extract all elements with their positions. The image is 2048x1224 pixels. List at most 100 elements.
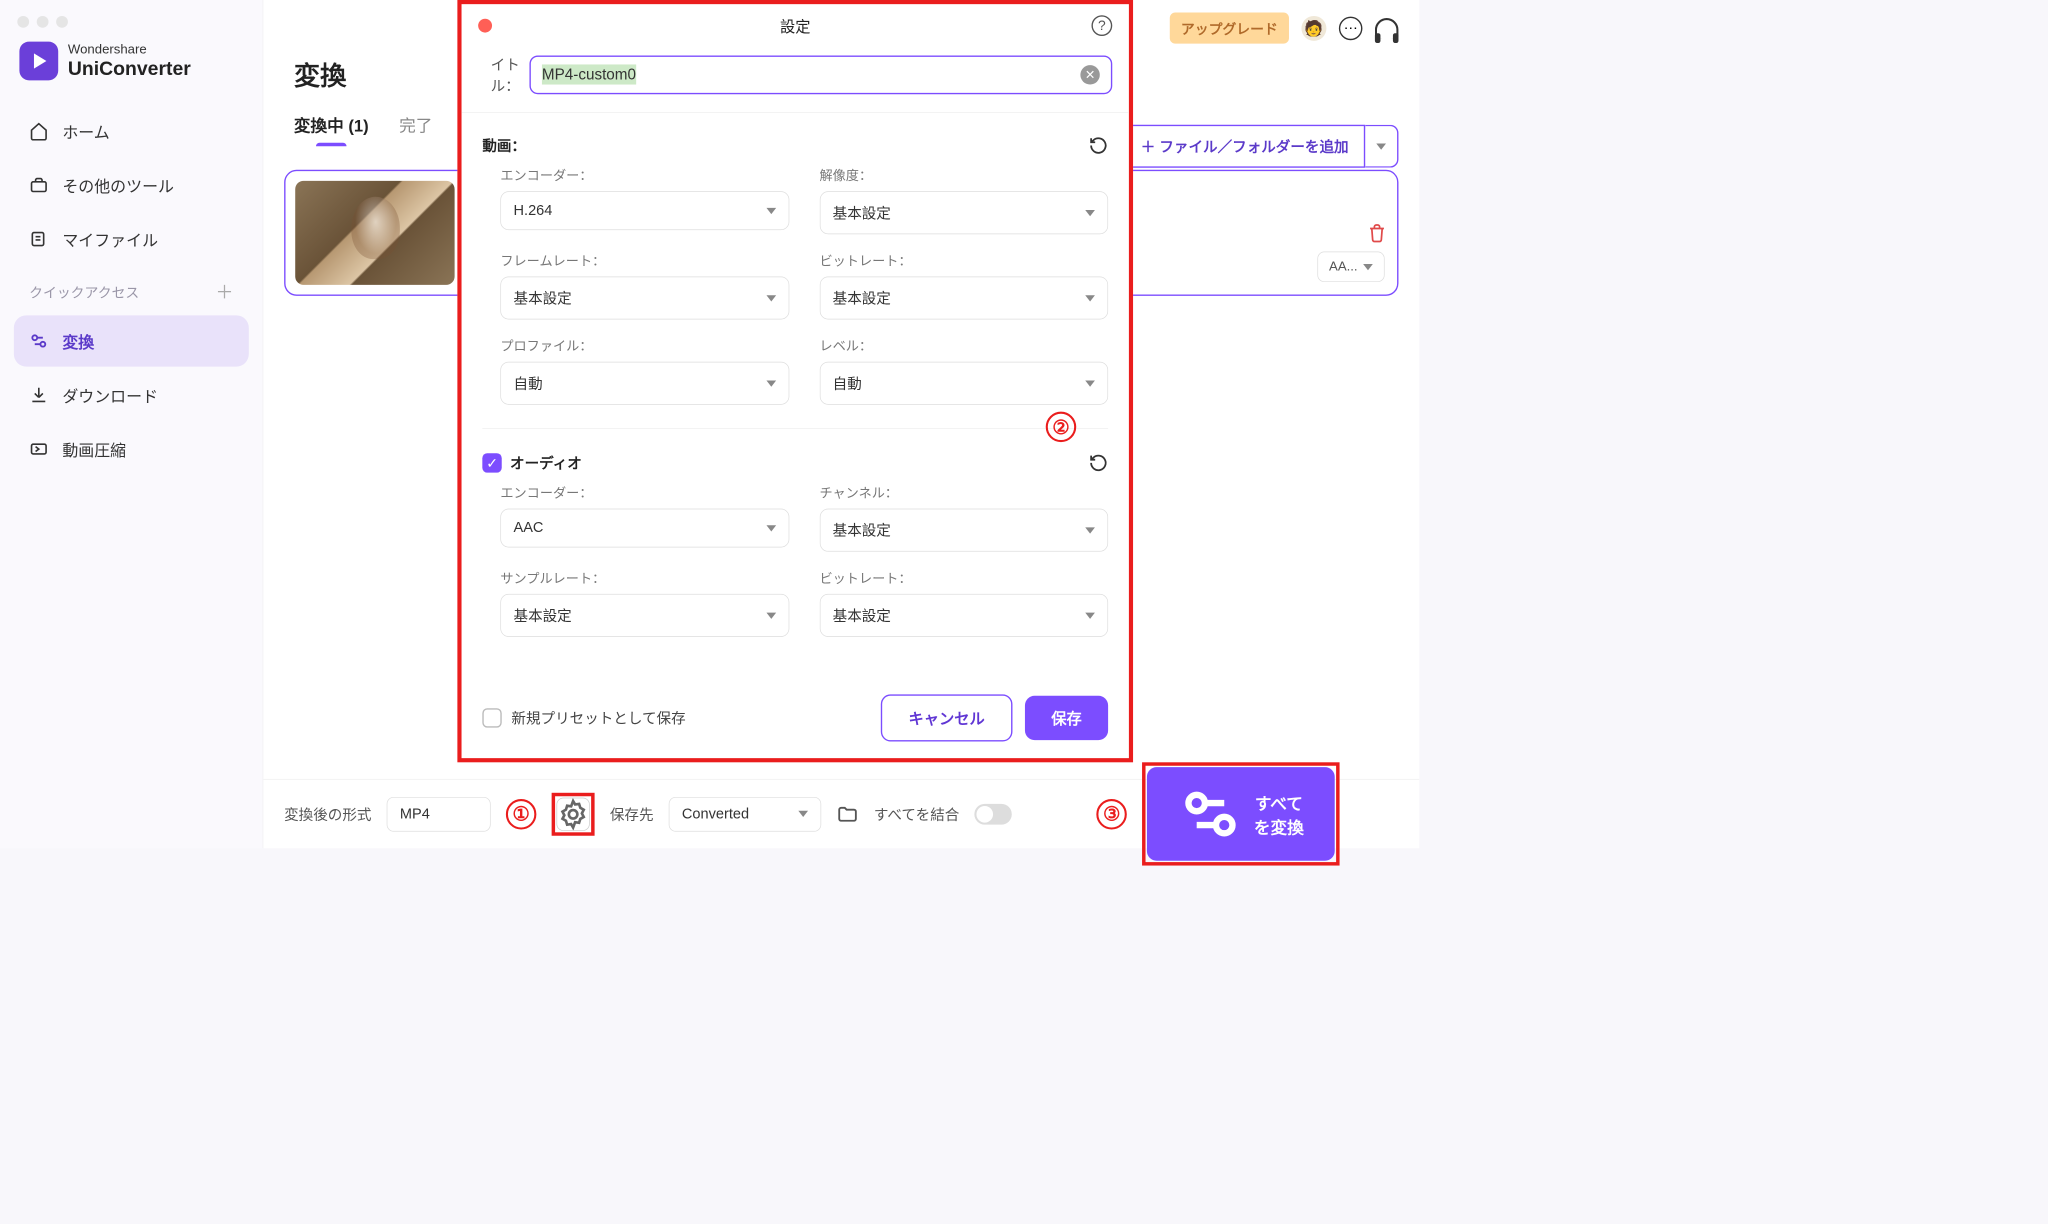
callout-1: ① [506, 799, 536, 829]
modal-titlebar: 設定 ? [462, 4, 1129, 47]
nav-compress[interactable]: 動画圧縮 [14, 423, 249, 474]
chat-icon[interactable]: ⋯ [1339, 16, 1363, 40]
quick-access-header: クイックアクセス ＋ [14, 267, 249, 315]
modal-title: 設定 [462, 15, 1129, 37]
profile-select[interactable]: 自動 [500, 362, 789, 405]
open-folder-button[interactable] [836, 803, 858, 825]
resolution-select[interactable]: 基本設定 [819, 191, 1108, 234]
upgrade-button[interactable]: アップグレード [1170, 12, 1289, 43]
field-label: ビットレート： [819, 568, 1108, 587]
convert-icon [29, 331, 48, 350]
compress-icon [29, 439, 48, 458]
video-section-label: 動画： [482, 135, 526, 156]
video-bitrate-select[interactable]: 基本設定 [819, 277, 1108, 320]
merge-toggle[interactable] [975, 804, 1012, 825]
audio-encoder-select[interactable]: AAC [500, 509, 789, 548]
title-field-label: イトル： [464, 54, 519, 96]
nav-label: 動画圧縮 [62, 437, 126, 461]
support-icon[interactable] [1375, 18, 1399, 39]
add-file-group: ＋ ファイル／フォルダーを追加 [1124, 125, 1398, 168]
field-label: ビットレート： [819, 251, 1108, 270]
brand-line2: UniConverter [68, 58, 191, 80]
nav-label: その他のツール [62, 173, 174, 197]
savedir-select[interactable]: Converted [669, 797, 821, 832]
chevron-down-icon [766, 208, 776, 214]
traffic-min[interactable] [37, 16, 49, 28]
tab-done[interactable]: 完了 [399, 112, 432, 146]
home-icon [29, 121, 48, 140]
toolbox-icon [29, 175, 48, 194]
merge-label: すべてを結合 [874, 804, 959, 825]
audio-section-label: オーディオ [510, 453, 582, 474]
bottom-bar: 変換後の形式 MP4 ① 保存先 Converted すべてを結合 ③ すべてを… [263, 779, 1419, 848]
reset-video-button[interactable] [1089, 136, 1108, 155]
callout-3-target: すべてを変換 [1142, 762, 1339, 866]
traffic-max[interactable] [56, 16, 68, 28]
nav-convert[interactable]: 変換 [14, 315, 249, 366]
output-format-chip[interactable]: AA... [1317, 252, 1384, 282]
framerate-select[interactable]: 基本設定 [500, 277, 789, 320]
format-label: 変換後の形式 [284, 804, 371, 825]
chevron-down-icon [766, 295, 776, 301]
callout-1-target [552, 792, 595, 835]
chevron-down-icon [1085, 380, 1095, 386]
field-label: エンコーダー： [500, 483, 789, 502]
audio-checkbox[interactable]: ✓ [482, 453, 501, 472]
save-preset-label: 新規プリセットとして保存 [511, 708, 685, 729]
field-label: エンコーダー： [500, 166, 789, 185]
modal-body: 動画： エンコーダー： H.264 解像度： 基本設定 フレームレート： 基本設… [462, 113, 1129, 649]
convert-icon [1178, 781, 1244, 847]
convert-all-label: すべてを変換 [1253, 790, 1304, 839]
nav-label: ホーム [62, 119, 109, 143]
field-label: フレームレート： [500, 251, 789, 270]
nav-label: マイファイル [62, 227, 158, 251]
reset-audio-button[interactable] [1089, 453, 1108, 472]
audio-bitrate-select[interactable]: 基本設定 [819, 594, 1108, 637]
chevron-down-icon [766, 525, 776, 531]
logo-icon [19, 42, 58, 81]
chevron-down-icon [766, 612, 776, 618]
settings-modal: 設定 ? イトル： MP4-custom0 ✕ 動画： エンコーダー： H.26… [457, 0, 1133, 762]
delete-file-button[interactable] [1367, 222, 1388, 243]
nav-label: 変換 [62, 329, 94, 353]
field-label: プロファイル： [500, 336, 789, 355]
download-icon [29, 385, 48, 404]
traffic-close[interactable] [17, 16, 29, 28]
channel-select[interactable]: 基本設定 [819, 509, 1108, 552]
nav-myfiles[interactable]: マイファイル [14, 213, 249, 264]
samplerate-select[interactable]: 基本設定 [500, 594, 789, 637]
add-quick-icon[interactable]: ＋ [216, 279, 234, 305]
level-select[interactable]: 自動 [819, 362, 1108, 405]
nav-download[interactable]: ダウンロード [14, 369, 249, 420]
cancel-button[interactable]: キャンセル [881, 694, 1013, 741]
chevron-down-icon [1085, 527, 1095, 533]
nav-home[interactable]: ホーム [14, 105, 249, 156]
nav-other-tools[interactable]: その他のツール [14, 159, 249, 210]
app-logo: Wondershare UniConverter [14, 42, 249, 81]
save-button[interactable]: 保存 [1025, 696, 1108, 740]
clear-title-button[interactable]: ✕ [1080, 65, 1099, 84]
quick-label: クイックアクセス [29, 281, 139, 301]
save-preset-checkbox[interactable]: ✓ [482, 708, 501, 727]
title-input[interactable]: MP4-custom0 [542, 66, 1080, 84]
chevron-down-icon [798, 811, 808, 817]
modal-footer: ✓ 新規プリセットとして保存 キャンセル 保存 [462, 678, 1129, 758]
savedir-label: 保存先 [610, 804, 654, 825]
title-input-wrap[interactable]: MP4-custom0 ✕ [529, 55, 1112, 94]
add-file-dropdown[interactable] [1365, 125, 1398, 168]
chevron-down-icon [1085, 612, 1095, 618]
nav-label: ダウンロード [62, 383, 158, 407]
tab-in-progress[interactable]: 変換中 (1) [294, 112, 369, 146]
chevron-down-icon [1363, 264, 1373, 270]
settings-gear-button[interactable] [556, 797, 589, 830]
chip-label: AA... [1329, 259, 1358, 274]
user-avatar[interactable]: 🧑 [1301, 16, 1326, 41]
video-encoder-select[interactable]: H.264 [500, 191, 789, 230]
chevron-down-icon [766, 380, 776, 386]
format-value: MP4 [400, 806, 430, 823]
save-preset-row[interactable]: ✓ 新規プリセットとして保存 [482, 708, 685, 729]
format-select[interactable]: MP4 [387, 797, 491, 832]
add-file-button[interactable]: ＋ ファイル／フォルダーを追加 [1124, 125, 1365, 168]
field-label: サンプルレート： [500, 568, 789, 587]
convert-all-button[interactable]: すべてを変換 [1147, 767, 1335, 861]
